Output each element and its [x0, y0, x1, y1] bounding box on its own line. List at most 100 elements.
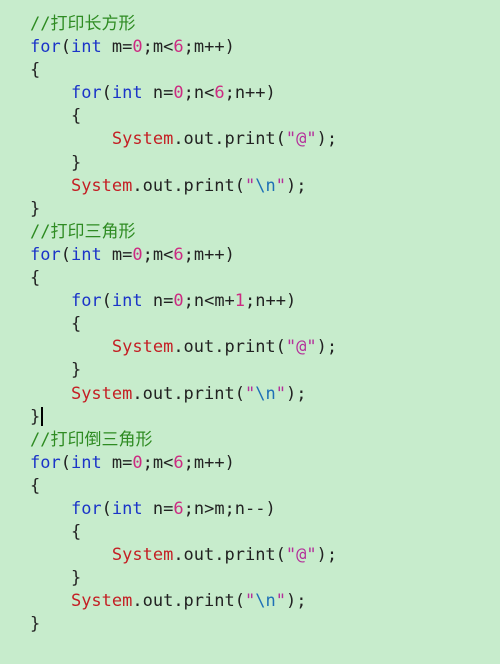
number-token: 6	[173, 244, 184, 265]
code-line: System.out.print("\n");	[30, 383, 500, 406]
number-token: 0	[132, 37, 143, 58]
code-token: );	[316, 337, 338, 358]
number-token: 0	[173, 291, 184, 312]
code-token: {	[30, 106, 82, 127]
comment-token: //打印长方形	[30, 14, 136, 34]
keyword-token: int	[111, 83, 143, 104]
code-line: }	[30, 359, 500, 382]
code-line: for(int n=6;n>m;n--)	[30, 498, 500, 521]
string-token: "	[244, 591, 256, 612]
code-token: }	[30, 152, 82, 173]
number-token: 0	[173, 83, 184, 104]
code-line: //打印三角形	[30, 221, 500, 244]
code-token: {	[30, 522, 82, 543]
keyword-token: for	[70, 498, 102, 519]
class-name-token: System	[111, 337, 174, 358]
code-line: for(int n=0;n<6;n++)	[30, 82, 500, 105]
keyword-token: int	[70, 452, 102, 473]
code-line: {	[30, 521, 500, 544]
text-cursor	[41, 406, 44, 426]
string-token: "@"	[285, 337, 317, 358]
code-token: );	[316, 545, 338, 566]
string-token: "	[275, 383, 286, 404]
code-token: );	[316, 129, 338, 150]
code-token: {	[30, 475, 41, 496]
code-token: {	[30, 60, 41, 81]
code-line: {	[30, 313, 500, 336]
code-token: );	[285, 591, 307, 612]
code-token: (	[60, 37, 71, 58]
keyword-token: for	[70, 291, 102, 312]
number-token: 1	[234, 291, 246, 312]
code-line: for(int m=0;m<6;m++)	[30, 452, 500, 475]
code-token: .out.print(	[173, 545, 286, 566]
code-token: }	[30, 406, 41, 427]
code-token: );	[285, 175, 307, 196]
code-token: (	[101, 291, 112, 312]
code-token: ;n++)	[245, 291, 297, 312]
code-line: {	[30, 105, 500, 128]
code-line: }	[30, 152, 500, 175]
code-token: }	[30, 614, 41, 635]
code-line: {	[30, 267, 500, 290]
keyword-token: int	[70, 244, 102, 265]
code-line: {	[30, 475, 500, 498]
code-token: n=	[142, 498, 174, 519]
code-line: for(int m=0;m<6;m++)	[30, 244, 500, 267]
code-token: ;n++)	[224, 83, 276, 104]
code-line: System.out.print("\n");	[30, 590, 500, 613]
string-token: "	[244, 175, 256, 196]
code-token: ;m<	[142, 452, 174, 473]
class-name-token: System	[111, 129, 174, 150]
keyword-token: for	[30, 244, 61, 265]
keyword-token: int	[111, 291, 143, 312]
code-token: m=	[101, 244, 133, 265]
number-token: 6	[214, 83, 225, 104]
code-token: m=	[101, 37, 133, 58]
class-name-token: System	[70, 591, 133, 612]
code-line: System.out.print("\n");	[30, 175, 500, 198]
escape-token: \n	[255, 175, 276, 196]
code-line: }	[30, 198, 500, 221]
string-token: "	[244, 383, 256, 404]
number-token: 0	[132, 452, 143, 473]
string-token: "	[275, 175, 286, 196]
code-token: ;n<	[183, 83, 215, 104]
code-line: System.out.print("@");	[30, 336, 500, 359]
number-token: 6	[173, 498, 184, 519]
number-token: 0	[132, 244, 143, 265]
code-line: for(int m=0;m<6;m++)	[30, 36, 500, 59]
code-token: {	[30, 314, 82, 335]
code-token: .out.print(	[173, 337, 286, 358]
code-token: );	[285, 383, 307, 404]
class-name-token: System	[111, 545, 174, 566]
code-token: ;n<m+	[183, 291, 235, 312]
code-line: }	[30, 406, 500, 429]
keyword-token: int	[70, 37, 102, 58]
code-token: {	[30, 268, 41, 289]
escape-token: \n	[255, 383, 276, 404]
escape-token: \n	[255, 591, 276, 612]
code-token: }	[30, 568, 82, 589]
string-token: "	[275, 591, 286, 612]
code-editor[interactable]: //打印长方形 for(int m=0;m<6;m++){ for(int n=0…	[0, 0, 500, 664]
string-token: "@"	[285, 545, 317, 566]
code-token: ;m++)	[183, 244, 235, 265]
comment-token: //打印倒三角形	[30, 429, 153, 450]
code-token: (	[101, 83, 112, 104]
keyword-token: int	[111, 498, 143, 519]
code-token: .out.print(	[132, 383, 245, 404]
code-line: //打印长方形	[30, 13, 500, 36]
code-token: m=	[101, 452, 133, 473]
code-token: n=	[142, 83, 174, 104]
keyword-token: for	[30, 452, 61, 473]
code-token: n=	[142, 291, 174, 312]
